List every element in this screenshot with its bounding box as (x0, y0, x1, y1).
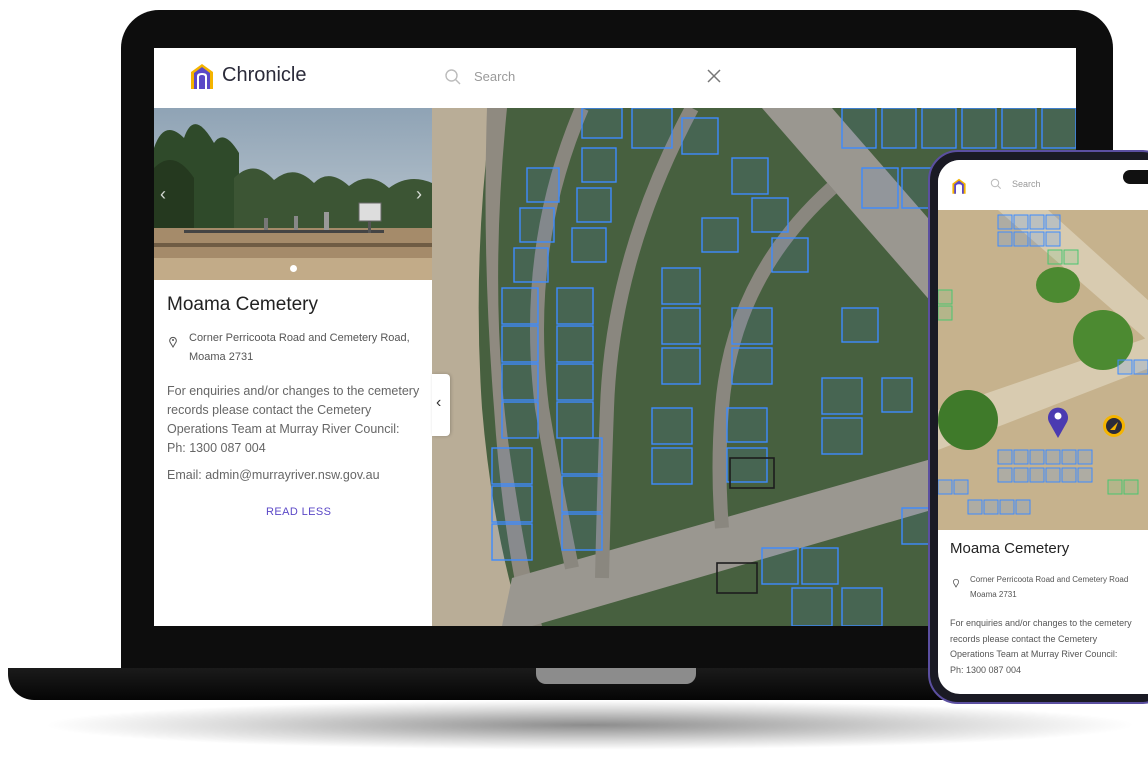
enquiry-line-3: Operations Team at Murray River Council: (167, 422, 400, 436)
carousel-next-icon[interactable]: › (416, 184, 422, 205)
enquiry-line-1: For enquiries and/or changes to the ceme… (167, 384, 420, 398)
carousel-prev-icon[interactable]: ‹ (160, 184, 166, 205)
chronicle-logo-icon[interactable] (188, 61, 216, 91)
device-shadow (40, 700, 1140, 750)
cemetery-photo (154, 108, 432, 280)
phone-search-input[interactable]: Search (1012, 179, 1041, 189)
map-pin-icon (952, 578, 960, 588)
phone-frame: Search Moama Cemetery Corner Perricoota … (928, 150, 1148, 704)
phone-enquiry-line-2: records please contact the Cemetery (950, 633, 1098, 644)
phone-enquiry-phone: Ph: 1300 087 004 (950, 664, 1022, 675)
phone-map[interactable] (938, 210, 1148, 530)
navigation-icon[interactable] (1103, 415, 1125, 437)
phone-top-bar: Search (938, 160, 1148, 210)
phone-enquiry-line-3: Operations Team at Murray River Council: (950, 649, 1118, 659)
phone-enquiry-text: For enquiries and/or changes to the ceme… (950, 616, 1148, 678)
cemetery-title: Moama Cemetery (167, 294, 318, 315)
phone-screen: Search Moama Cemetery Corner Perricoota … (938, 160, 1148, 694)
top-bar: Chronicle Search (154, 48, 1076, 109)
collapse-panel-button[interactable]: ‹ (432, 374, 450, 436)
phone-cemetery-address: Corner Perricoota Road and Cemetery Road… (970, 572, 1148, 602)
chronicle-logo-icon[interactable] (950, 177, 968, 195)
address-line-2: Moama 2731 (189, 351, 254, 363)
address-line-1: Corner Perricoota Road and Cemetery Road… (189, 332, 410, 344)
search-icon[interactable] (444, 68, 462, 86)
cemetery-photo-carousel[interactable]: ‹ › (154, 108, 432, 280)
phone-address-line-1: Corner Perricoota Road and Cemetery Road (970, 575, 1129, 584)
phone-address-line-2: Moama 2731 (970, 590, 1017, 599)
carousel-dot[interactable] (290, 265, 297, 272)
close-icon[interactable] (706, 68, 722, 84)
cemetery-address: Corner Perricoota Road and Cemetery Road… (189, 329, 414, 367)
phone-camera-notch (1123, 170, 1148, 184)
enquiry-text: For enquiries and/or changes to the ceme… (167, 382, 425, 458)
search-icon[interactable] (990, 178, 1002, 190)
map-pin-icon (169, 336, 177, 348)
laptop-notch (536, 668, 696, 684)
search-input[interactable]: Search (474, 69, 515, 84)
cemetery-info-panel: ‹ › Moama Cemetery Corner Perricoota Roa… (154, 108, 432, 626)
brand-name: Chronicle (222, 64, 307, 86)
phone-map-aerial-view (938, 210, 1148, 530)
enquiry-phone: Ph: 1300 087 004 (167, 441, 266, 455)
chevron-left-icon: ‹ (436, 394, 442, 411)
phone-enquiry-line-1: For enquiries and/or changes to the ceme… (950, 618, 1132, 628)
enquiry-line-2: records please contact the Cemetery (167, 403, 372, 417)
enquiry-email[interactable]: Email: admin@murrayriver.nsw.gov.au (167, 468, 380, 482)
phone-cemetery-title: Moama Cemetery (950, 540, 1070, 557)
read-less-button[interactable]: READ LESS (266, 506, 331, 518)
